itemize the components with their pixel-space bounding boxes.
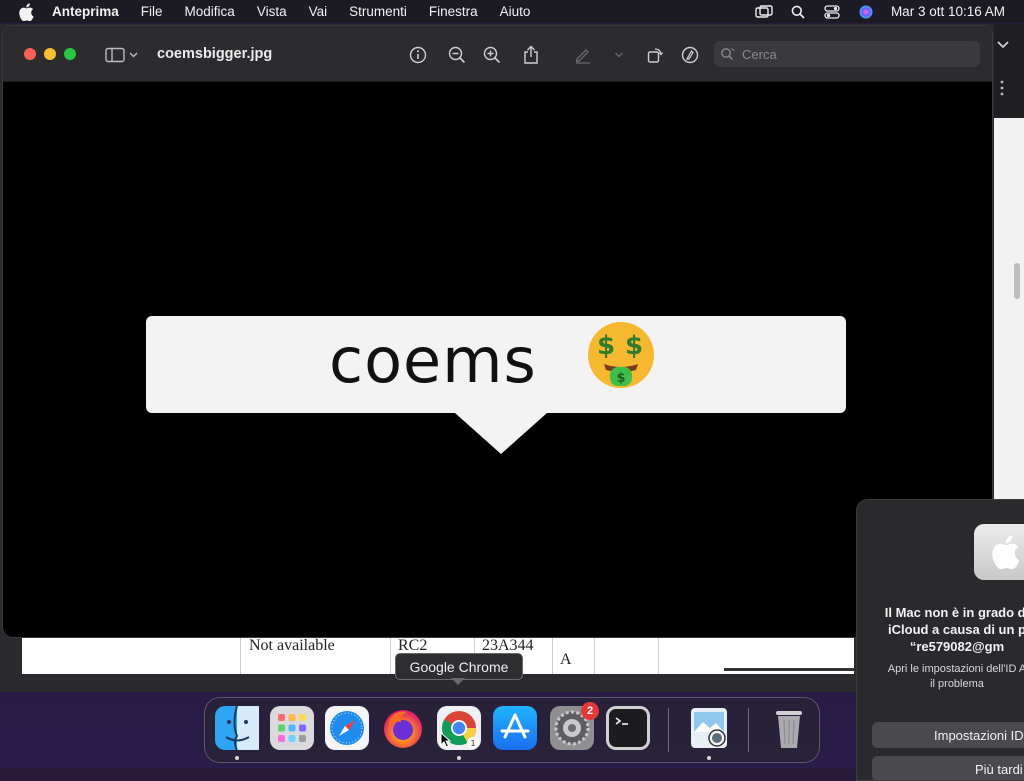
search-icon xyxy=(720,46,736,62)
alert-message-line: Apri le impostazioni dell'ID A xyxy=(887,663,1024,675)
apple-id-settings-button[interactable]: Impostazioni ID xyxy=(872,722,1024,748)
alert-title-line: Il Mac non è in grado di xyxy=(884,605,1024,620)
info-icon[interactable] xyxy=(408,45,428,65)
chevron-down-icon[interactable] xyxy=(996,40,1010,50)
alert-message: Apri le impostazioni dell'ID A il proble… xyxy=(857,662,1024,692)
dock-finder-icon[interactable] xyxy=(215,705,259,751)
dock-launchpad-icon[interactable] xyxy=(270,706,314,750)
rotate-icon[interactable] xyxy=(645,45,665,65)
alert-title-line: iCloud a causa di un p xyxy=(888,622,1024,637)
menu-modifica[interactable]: Modifica xyxy=(185,4,235,19)
alert-message-line: il problema xyxy=(930,678,984,690)
dock-preview-icon[interactable] xyxy=(687,706,731,750)
menu-clock[interactable]: Mar 3 ott 10:16 AM xyxy=(891,4,1005,19)
control-center-icon[interactable] xyxy=(823,4,841,20)
menu-vai[interactable]: Vai xyxy=(309,4,328,19)
scrollbar-thumb[interactable] xyxy=(1014,263,1020,299)
apple-logo-icon xyxy=(974,524,1024,580)
menu-aiuto[interactable]: Aiuto xyxy=(500,4,531,19)
window-toolbar: coemsbigger.jpg xyxy=(3,26,992,82)
speech-bubble-tail xyxy=(455,413,547,454)
divider xyxy=(724,668,854,671)
bubble-text: coems xyxy=(329,324,537,397)
menu-file[interactable]: File xyxy=(141,4,163,19)
svg-text:$: $ xyxy=(616,371,625,386)
svg-text:1: 1 xyxy=(470,739,475,748)
annotate-icon[interactable] xyxy=(680,45,700,65)
search-field[interactable] xyxy=(714,41,980,67)
share-icon[interactable] xyxy=(521,45,541,65)
menu-vista[interactable]: Vista xyxy=(257,4,287,19)
mouse-cursor-icon xyxy=(440,732,452,748)
menu-bar: Anteprima File Modifica Vista Vai Strume… xyxy=(0,0,1024,23)
dock-separator xyxy=(668,708,669,752)
table-cell: A xyxy=(560,651,572,668)
menu-finestra[interactable]: Finestra xyxy=(429,4,478,19)
svg-text:$: $ xyxy=(625,331,643,361)
dock-firefox-icon[interactable] xyxy=(381,706,425,750)
spotlight-search-icon[interactable] xyxy=(789,4,807,20)
alert-title-line: “re579082@gm xyxy=(909,639,1005,654)
running-indicator xyxy=(707,756,711,760)
close-window-button[interactable] xyxy=(24,48,36,60)
dock-safari-icon[interactable] xyxy=(325,706,369,750)
icloud-alert-dialog: Il Mac non è in grado di iCloud a causa … xyxy=(856,499,1024,781)
markup-pen-icon[interactable] xyxy=(573,45,593,65)
image-canvas: coems $ $ $ xyxy=(3,82,992,637)
alert-title: Il Mac non è in grado di iCloud a causa … xyxy=(857,604,1024,655)
svg-text:$: $ xyxy=(597,331,615,361)
apple-menu-icon[interactable] xyxy=(18,2,36,21)
sidebar-toggle-icon[interactable] xyxy=(104,45,140,65)
notification-badge: 2 xyxy=(581,702,599,720)
more-options-icon[interactable] xyxy=(999,80,1005,96)
chevron-down-icon[interactable] xyxy=(609,45,629,65)
zoom-in-icon[interactable] xyxy=(482,45,502,65)
speech-bubble: coems $ $ $ xyxy=(146,316,846,413)
dock-trash-icon[interactable] xyxy=(767,706,811,750)
dock-tooltip: Google Chrome xyxy=(395,653,523,680)
later-button[interactable]: Più tardi xyxy=(872,756,1024,780)
running-indicator xyxy=(235,756,239,760)
minimize-window-button[interactable] xyxy=(44,48,56,60)
money-mouth-face-icon: $ $ $ xyxy=(588,322,654,388)
tooltip-pointer xyxy=(451,678,465,685)
screen-mirroring-icon[interactable] xyxy=(755,4,773,20)
menu-app-name[interactable]: Anteprima xyxy=(52,4,119,19)
document-title: coemsbigger.jpg xyxy=(157,46,273,62)
menu-strumenti[interactable]: Strumenti xyxy=(349,4,407,19)
dock: 1 2 xyxy=(204,697,820,763)
siri-icon[interactable] xyxy=(857,4,875,20)
preview-window: coemsbigger.jpg Cerca coems $ $ $ xyxy=(3,26,992,637)
maximize-window-button[interactable] xyxy=(64,48,76,60)
search-input[interactable] xyxy=(740,45,964,63)
dock-app-store-icon[interactable] xyxy=(493,706,537,750)
table-cell: Not available xyxy=(249,637,335,654)
dock-separator xyxy=(748,708,749,752)
dock-terminal-icon[interactable] xyxy=(606,706,650,750)
zoom-out-icon[interactable] xyxy=(447,45,467,65)
running-indicator xyxy=(457,756,461,760)
